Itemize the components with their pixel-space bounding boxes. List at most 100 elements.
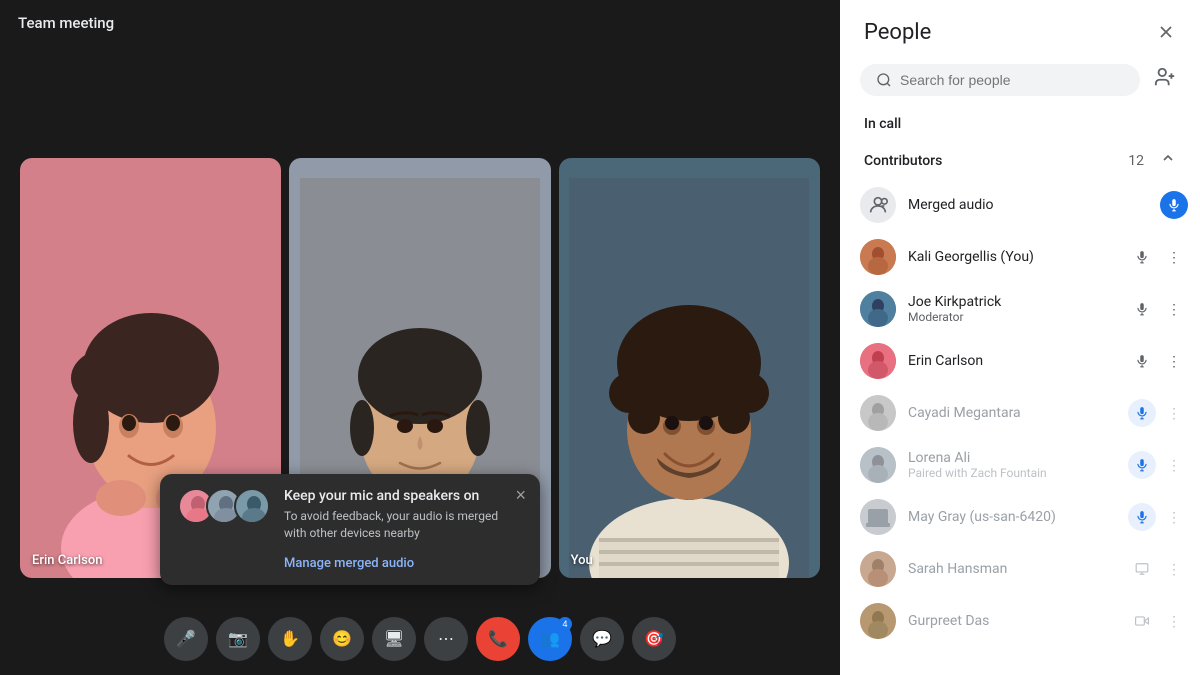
participant-item-joe: Joe Kirkpatrick Moderator ⋮: [840, 283, 1200, 335]
meeting-title: Team meeting: [18, 14, 114, 32]
more-button-may[interactable]: ⋮: [1160, 503, 1188, 531]
more-button-erin[interactable]: ⋮: [1160, 347, 1188, 375]
more-button-sarah[interactable]: ⋮: [1160, 555, 1188, 583]
participant-item-sarah: Sarah Hansman ⋮: [840, 543, 1200, 595]
chat-button[interactable]: 💬: [580, 617, 624, 661]
actions-gurpreet: ⋮: [1128, 607, 1188, 635]
more-options-button[interactable]: ⋯: [424, 617, 468, 661]
search-row: [840, 62, 1200, 112]
actions-erin: ⋮: [1128, 347, 1188, 375]
panel-title: People: [864, 20, 931, 45]
end-call-button[interactable]: 📞: [476, 617, 520, 661]
avatar-merged: [860, 187, 896, 223]
participant-item-cayadi: Cayadi Megantara ⋮: [840, 387, 1200, 439]
avatar-sarah: [860, 551, 896, 587]
name-erin: Erin Carlson: [908, 353, 1116, 369]
name-gurpreet: Gurpreet Das: [908, 613, 1116, 629]
mic-button-merged[interactable]: [1160, 191, 1188, 219]
share-screen-button[interactable]: 🖥: [372, 617, 416, 661]
name-cayadi: Cayadi Megantara: [908, 405, 1116, 421]
name-joe: Joe Kirkpatrick: [908, 294, 1116, 310]
toast-close-button[interactable]: ×: [513, 484, 528, 506]
add-person-button[interactable]: [1150, 62, 1180, 98]
name-merged: Merged audio: [908, 197, 1148, 213]
mic-button-erin[interactable]: [1128, 347, 1156, 375]
toast-content: Keep your mic and speakers on To avoid f…: [284, 488, 522, 571]
tile-label-erin: Erin Carlson: [32, 553, 102, 568]
avatar-may: [860, 499, 896, 535]
manage-merged-audio-link[interactable]: Manage merged audio: [284, 556, 414, 571]
sub-lorena: Paired with Zach Fountain: [908, 466, 1116, 480]
info-lorena: Lorena Ali Paired with Zach Fountain: [908, 450, 1116, 480]
info-may: May Gray (us-san-6420): [908, 509, 1116, 525]
toast-avatar-3: [234, 488, 270, 524]
contributors-collapse-button[interactable]: [1160, 150, 1176, 171]
more-button-lorena[interactable]: ⋮: [1160, 451, 1188, 479]
actions-kali: ⋮: [1128, 243, 1188, 271]
name-kali: Kali Georgellis (You): [908, 249, 1116, 265]
mic-button-joe[interactable]: [1128, 295, 1156, 323]
mic-button-may[interactable]: [1128, 503, 1156, 531]
actions-joe: ⋮: [1128, 295, 1188, 323]
info-joe: Joe Kirkpatrick Moderator: [908, 294, 1116, 324]
more-button-gurpreet[interactable]: ⋮: [1160, 607, 1188, 635]
contributors-label: Contributors: [864, 153, 1120, 169]
more-button-kali[interactable]: ⋮: [1160, 243, 1188, 271]
search-icon: [876, 72, 892, 88]
toast-body: To avoid feedback, your audio is mergedw…: [284, 508, 522, 542]
info-kali: Kali Georgellis (You): [908, 249, 1116, 265]
participant-item-erin: Erin Carlson ⋮: [840, 335, 1200, 387]
video-tile-you: You: [559, 158, 820, 578]
participant-item-gurpreet: Gurpreet Das ⋮: [840, 595, 1200, 647]
tile-label-you: You: [571, 553, 593, 568]
mic-button-lorena[interactable]: [1128, 451, 1156, 479]
avatar-erin: [860, 343, 896, 379]
people-panel: People In call Contributors: [840, 0, 1200, 675]
people-button[interactable]: 👥 4: [528, 617, 572, 661]
video-button-gurpreet[interactable]: [1128, 607, 1156, 635]
reactions-button[interactable]: 😊: [320, 617, 364, 661]
mic-screen-button-sarah[interactable]: [1128, 555, 1156, 583]
actions-lorena: ⋮: [1128, 451, 1188, 479]
participant-item-merged: Merged audio: [840, 179, 1200, 231]
more-button-cayadi[interactable]: ⋮: [1160, 399, 1188, 427]
more-button-joe[interactable]: ⋮: [1160, 295, 1188, 323]
toast-notification: Keep your mic and speakers on To avoid f…: [160, 474, 540, 585]
mic-button-kali[interactable]: [1128, 243, 1156, 271]
camera-button[interactable]: 📷: [216, 617, 260, 661]
mic-button[interactable]: 🎤: [164, 617, 208, 661]
actions-cayadi: ⋮: [1128, 399, 1188, 427]
contributors-count: 12: [1128, 153, 1144, 169]
actions-merged: [1160, 191, 1188, 219]
avatar-cayadi: [860, 395, 896, 431]
hand-raise-button[interactable]: ✋: [268, 617, 312, 661]
info-cayadi: Cayadi Megantara: [908, 405, 1116, 421]
info-merged: Merged audio: [908, 197, 1148, 213]
avatar-gurpreet: [860, 603, 896, 639]
face-you: [559, 158, 820, 578]
panel-header: People: [840, 0, 1200, 62]
sub-joe: Moderator: [908, 310, 1116, 324]
participant-item-kali: Kali Georgellis (You) ⋮: [840, 231, 1200, 283]
name-sarah: Sarah Hansman: [908, 561, 1116, 577]
actions-may: ⋮: [1128, 503, 1188, 531]
info-gurpreet: Gurpreet Das: [908, 613, 1116, 629]
bottom-bar: 🎤 📷 ✋ 😊 🖥 ⋯ 📞 👥 4 💬 🎯: [0, 603, 840, 675]
info-sarah: Sarah Hansman: [908, 561, 1116, 577]
name-may: May Gray (us-san-6420): [908, 509, 1116, 525]
mic-button-cayadi[interactable]: [1128, 399, 1156, 427]
participant-item-lorena: Lorena Ali Paired with Zach Fountain ⋮: [840, 439, 1200, 491]
toast-avatars: [178, 488, 270, 524]
avatar-kali: [860, 239, 896, 275]
participant-item-may: May Gray (us-san-6420) ⋮: [840, 491, 1200, 543]
avatar-joe: [860, 291, 896, 327]
in-call-label: In call: [840, 112, 1200, 142]
info-erin: Erin Carlson: [908, 353, 1116, 369]
participant-list: Merged audio Kali Georgellis (You: [840, 179, 1200, 675]
main-video-area: Team meeting: [0, 0, 840, 675]
search-box[interactable]: [860, 64, 1140, 96]
search-input[interactable]: [900, 72, 1124, 88]
panel-close-button[interactable]: [1152, 18, 1180, 46]
toast-title: Keep your mic and speakers on: [284, 488, 522, 504]
activities-button[interactable]: 🎯: [632, 617, 676, 661]
